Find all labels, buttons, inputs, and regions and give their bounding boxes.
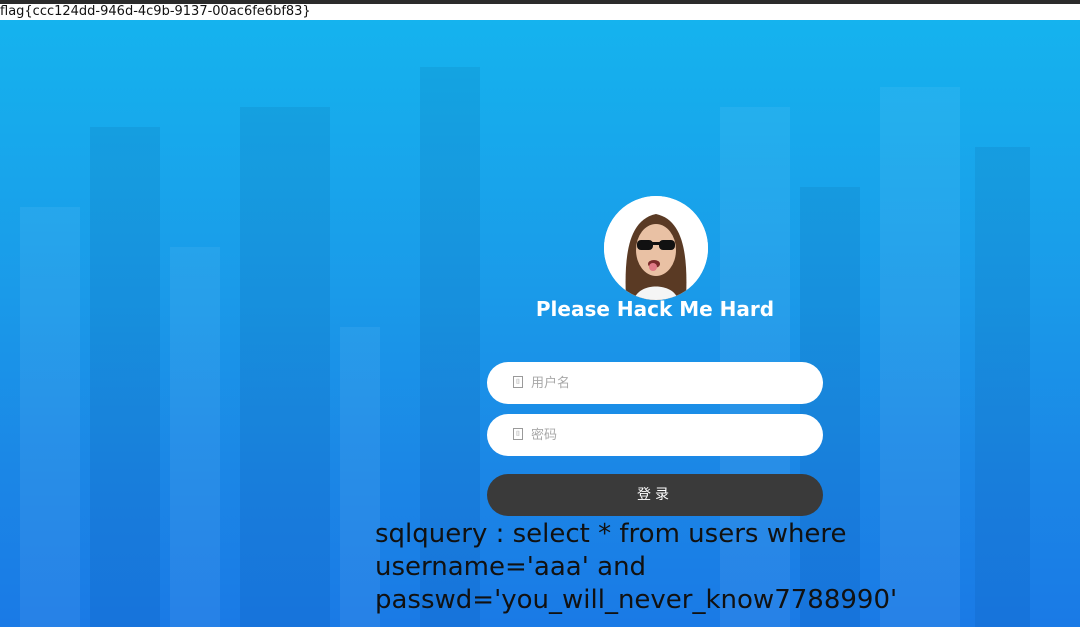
password-field[interactable]: ⌷ bbox=[487, 414, 823, 456]
sql-line: passwd='you_will_never_know7788990' bbox=[375, 585, 898, 615]
lock-icon: ⌷ bbox=[513, 428, 523, 440]
avatar bbox=[604, 196, 708, 300]
skyline-decoration bbox=[90, 127, 160, 627]
user-icon: ⌷ bbox=[513, 376, 523, 388]
skyline-decoration bbox=[340, 327, 380, 627]
login-title: Please Hack Me Hard bbox=[535, 297, 775, 321]
password-input[interactable] bbox=[531, 414, 801, 456]
sql-debug-output: sqlquery : select * from users where use… bbox=[375, 518, 995, 617]
login-button[interactable]: 登录 bbox=[487, 474, 823, 516]
username-input[interactable] bbox=[531, 362, 801, 404]
sql-line: sqlquery : select * from users where bbox=[375, 519, 847, 549]
flag-text: flag{ccc124dd-946d-4c9b-9137-00ac6fe6bf8… bbox=[0, 4, 1080, 20]
sql-line: username='aaa' and bbox=[375, 552, 647, 582]
username-field[interactable]: ⌷ bbox=[487, 362, 823, 404]
skyline-decoration bbox=[170, 247, 220, 627]
skyline-decoration bbox=[240, 107, 330, 627]
skyline-decoration bbox=[20, 207, 80, 627]
avatar-photo-icon bbox=[604, 196, 708, 300]
